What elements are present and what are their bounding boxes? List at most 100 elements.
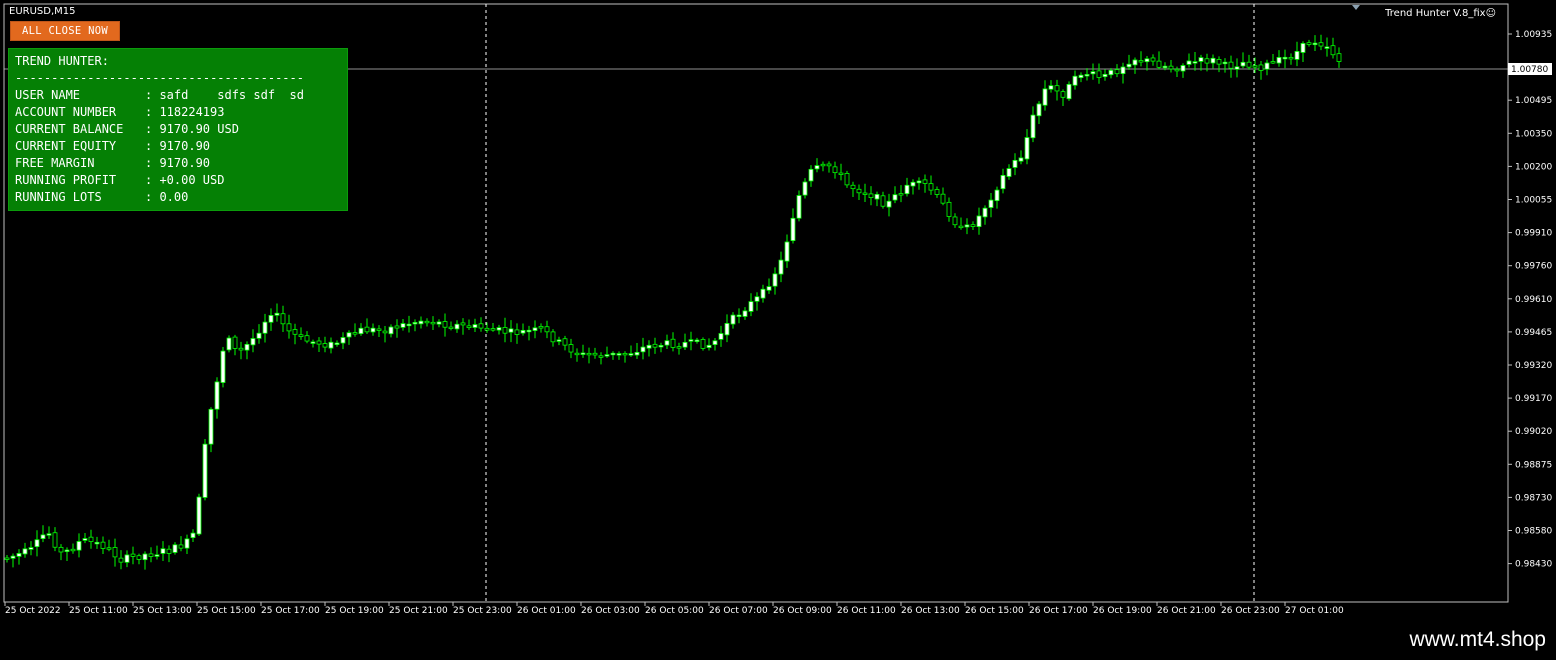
shift-marker (1352, 5, 1360, 10)
candle-body (1270, 61, 1276, 64)
row-label: FREE MARGIN (15, 156, 95, 170)
candle-body (502, 327, 508, 334)
candle-body (910, 181, 916, 187)
x-tick-label: 25 Oct 21:00 (389, 606, 448, 616)
candle-body (994, 189, 1000, 202)
candle-body (28, 547, 34, 550)
candle-body (214, 381, 220, 410)
chart-window[interactable]: 1.009351.006401.004951.003501.002001.000… (0, 0, 1556, 622)
row-value: : 118224193 (145, 105, 225, 119)
x-tick-label: 26 Oct 09:00 (773, 606, 832, 616)
row-value: : 0.00 (145, 190, 189, 204)
candle-body (952, 216, 958, 226)
candle-body (700, 339, 706, 349)
row-label: CURRENT BALANCE (15, 122, 124, 136)
y-tick-label: 0.98875 (1515, 460, 1552, 470)
row-label: CURRENT EQUITY (15, 139, 117, 153)
candle-body (1252, 65, 1258, 68)
candle-body (1318, 42, 1324, 47)
candle-body (136, 555, 142, 560)
candle-body (430, 321, 436, 325)
candle-body (934, 189, 940, 195)
row-value: : safd sdfs sdf sd (145, 88, 304, 102)
candle-body (736, 314, 742, 317)
row-current-equity: CURRENT EQUITY: 9170.90 (15, 138, 347, 155)
candle-body (388, 326, 394, 335)
candle-body (466, 325, 472, 329)
candle-body (988, 199, 994, 208)
candle-body (928, 183, 934, 191)
candle-body (520, 329, 526, 334)
y-tick-label: 0.99465 (1515, 328, 1552, 338)
candle-body (82, 538, 88, 541)
candle-body (694, 339, 700, 342)
candle-body (880, 195, 886, 207)
x-tick-label: 26 Oct 05:00 (645, 606, 704, 616)
row-value: : +0.00 USD (145, 173, 225, 187)
candle-body (424, 320, 430, 324)
site-watermark: www.mt4.shop (1409, 628, 1546, 651)
candle-body (1276, 57, 1282, 64)
x-tick-label: 25 Oct 2022 (5, 606, 61, 616)
candle-body (1210, 57, 1216, 64)
candle-body (610, 352, 616, 356)
all-close-now-button[interactable]: ALL CLOSE NOW (10, 21, 120, 41)
candle-body (682, 341, 688, 348)
candle-body (976, 215, 982, 227)
candle-body (1030, 114, 1036, 139)
candle-body (232, 336, 238, 349)
candle-body (850, 184, 856, 190)
candle-body (820, 163, 826, 167)
candle-body (532, 327, 538, 331)
candle-body (622, 352, 628, 356)
candle-body (796, 195, 802, 219)
candle-body (496, 327, 502, 331)
x-tick-label: 26 Oct 19:00 (1093, 606, 1152, 616)
candle-body (112, 547, 118, 558)
candle-body (406, 323, 412, 327)
candle-body (172, 544, 178, 553)
candle-body (10, 555, 16, 559)
candle-body (1072, 75, 1078, 86)
row-user-name: USER NAME: safd sdfs sdf sd (15, 87, 347, 104)
candle-body (76, 541, 82, 551)
trend-hunter-info-panel: TREND HUNTER: --------------------------… (8, 48, 348, 211)
candle-body (334, 342, 340, 345)
x-tick-label: 27 Oct 01:00 (1285, 606, 1344, 616)
candle-body (982, 207, 988, 218)
candle-body (874, 193, 880, 200)
candle-body (142, 553, 148, 561)
candle-body (916, 180, 922, 184)
candle-body (262, 321, 268, 334)
row-running-lots: RUNNING LOTS: 0.00 (15, 189, 347, 206)
candle-body (514, 329, 520, 335)
x-tick-label: 26 Oct 15:00 (965, 606, 1024, 616)
candle-body (1258, 64, 1264, 71)
candle-body (310, 341, 316, 344)
candle-body (1312, 42, 1318, 46)
candle-body (22, 548, 28, 555)
candle-body (664, 340, 670, 346)
y-tick-label: 0.99760 (1515, 262, 1552, 272)
candle-body (724, 323, 730, 336)
candle-body (58, 546, 64, 553)
candle-body (280, 313, 286, 325)
candle-body (1222, 61, 1228, 65)
x-tick-label: 26 Oct 13:00 (901, 606, 960, 616)
candle-body (1300, 43, 1306, 53)
candle-body (766, 286, 772, 291)
candle-body (1090, 71, 1096, 75)
candle-body (892, 194, 898, 201)
candle-body (328, 341, 334, 349)
candle-body (592, 352, 598, 356)
x-tick-label: 25 Oct 19:00 (325, 606, 384, 616)
candle-body (166, 548, 172, 554)
candle-body (202, 443, 208, 498)
candle-body (1018, 157, 1024, 162)
candle-body (802, 181, 808, 196)
candle-body (904, 184, 910, 195)
candle-body (1174, 68, 1180, 72)
candle-body (1330, 45, 1336, 56)
x-tick-label: 25 Oct 15:00 (197, 606, 256, 616)
candle-body (658, 345, 664, 348)
